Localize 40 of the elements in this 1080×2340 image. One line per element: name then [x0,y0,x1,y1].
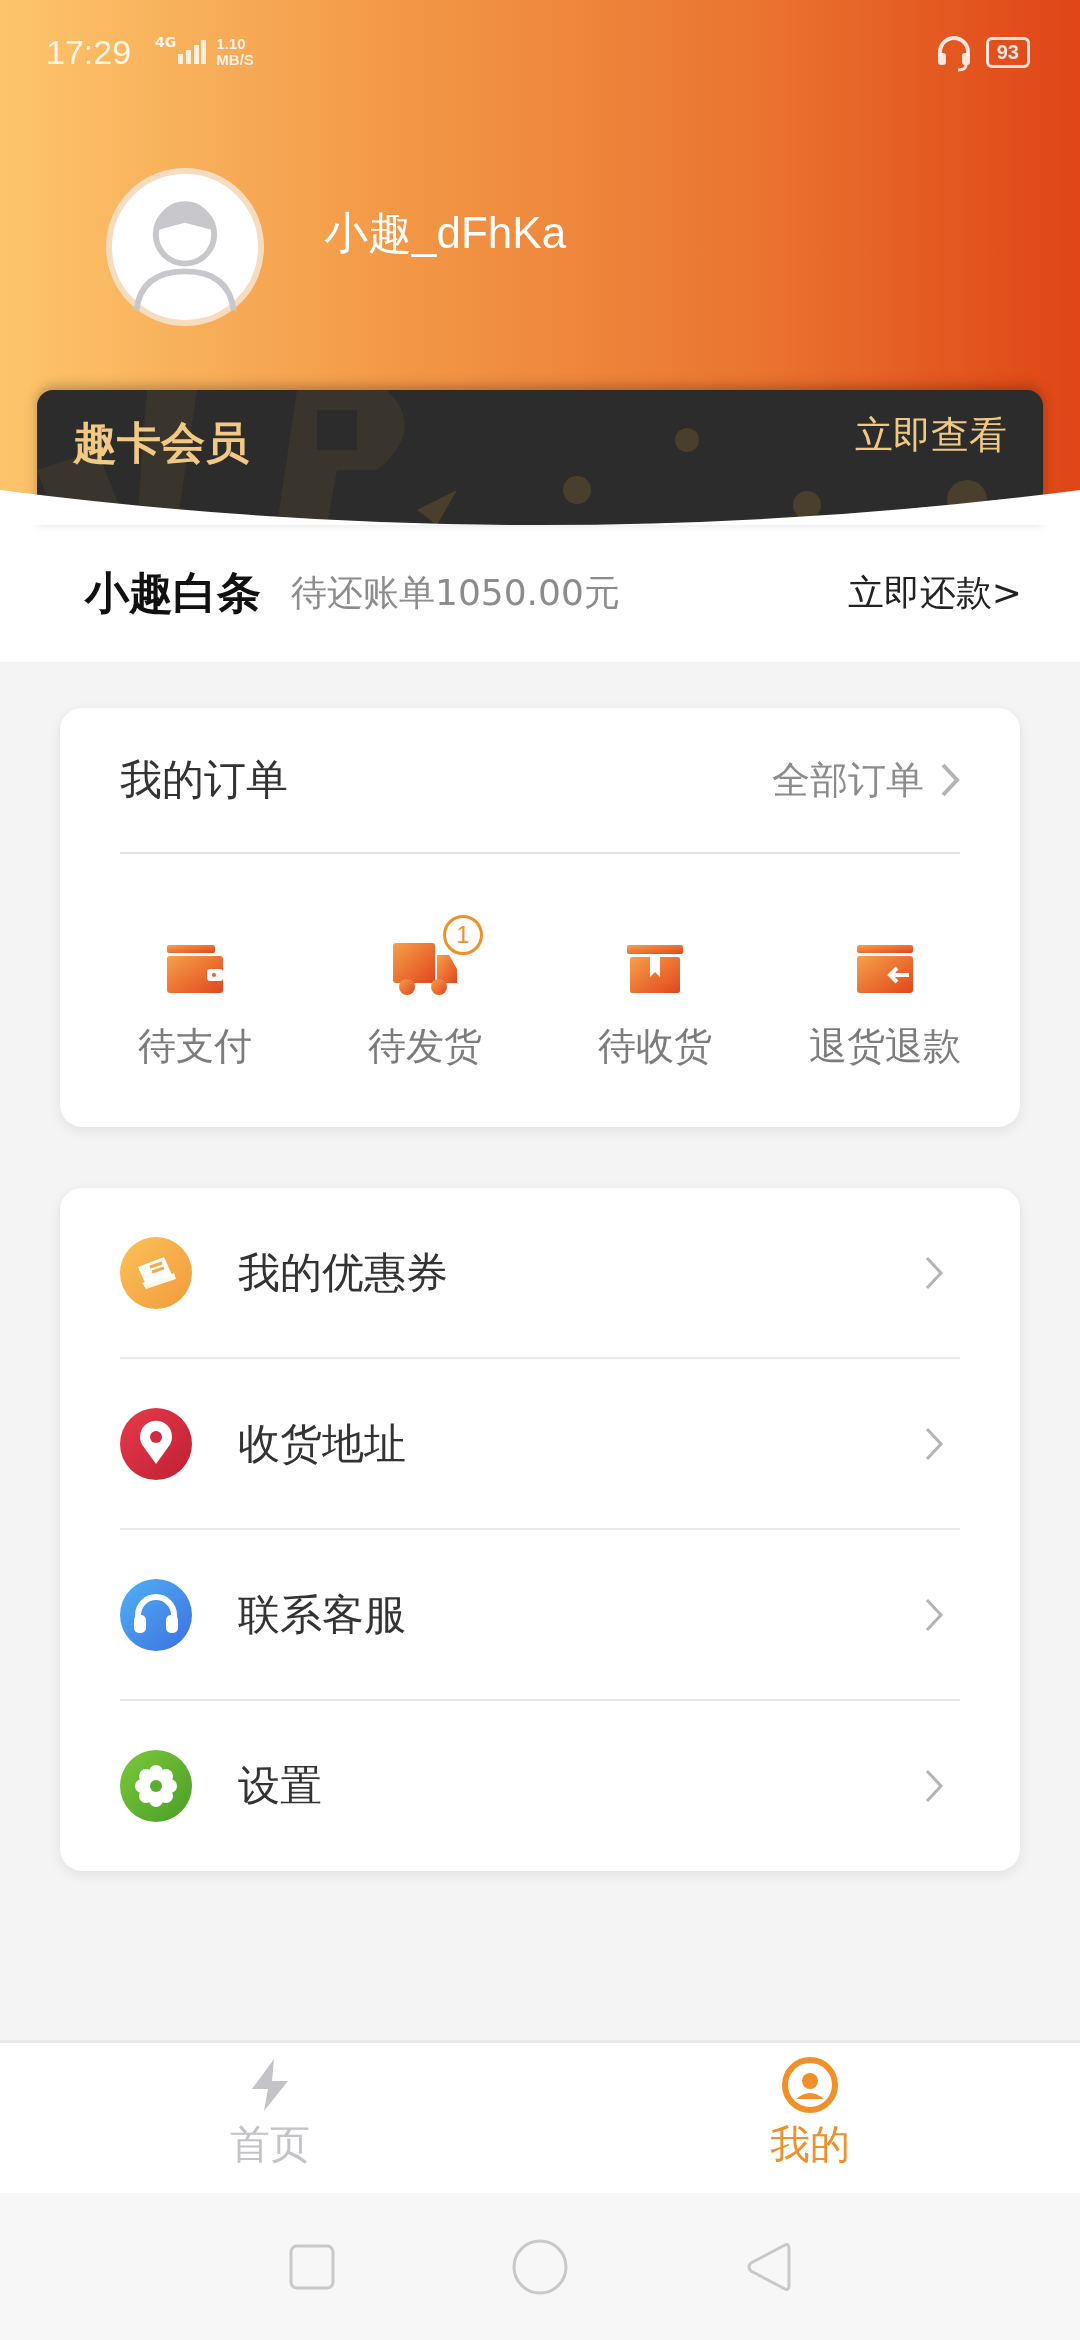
truck-icon [393,943,457,995]
count-badge: 1 [443,915,483,955]
location-pin-icon [120,1407,192,1480]
battery-level: 93 [985,36,1030,68]
chevron-icon [940,762,960,798]
membership-title: 趣卡会员 [73,416,249,470]
wallet-icon [167,945,223,993]
headset-icon [120,1578,192,1651]
credit-title: 小趣白条 [85,566,261,620]
box-icon [627,945,683,993]
menu-item[interactable]: 联系客服 [120,1530,960,1701]
order-status-item[interactable]: 退货退款 [770,909,1000,1072]
chevron-icon [924,1254,944,1291]
settings-icon [120,1750,192,1822]
speed-unit: MB/S [216,52,254,68]
order-status-item[interactable]: 1 待发货 [310,909,540,1072]
menu-item[interactable]: 收货地址 [120,1359,960,1530]
view-now-link[interactable]: 立即查看 [855,410,1007,461]
user-icon [782,2057,838,2113]
order-status-item[interactable]: 待支付 [80,909,310,1072]
speed-value: 1.10 [216,36,247,52]
network-type: 4G [155,34,177,50]
ticket-icon [120,1236,192,1309]
menu-item[interactable]: 我的优惠券 [120,1188,960,1359]
status-time: 17:29 [46,32,132,72]
menu-item[interactable]: 设置 [120,1701,960,1871]
repay-link[interactable]: 立即还款> [847,569,1022,618]
chevron-icon [924,1425,944,1462]
username: 小趣_dFhKa [324,206,567,259]
membership-card[interactable]: 趣卡会员 立即查看 [37,390,1043,525]
signal-icon [178,40,207,64]
orders-title: 我的订单 [120,754,288,806]
chevron-icon [924,1596,944,1633]
bill-amount: 待还账单1050.00元 [291,571,620,615]
chevron-icon [924,1768,944,1804]
back-icon[interactable] [745,2240,792,2293]
order-status-item[interactable]: 待收货 [540,909,770,1072]
return-icon [857,945,913,993]
recent-apps-icon[interactable] [288,2243,335,2290]
home-icon[interactable] [512,2238,568,2295]
